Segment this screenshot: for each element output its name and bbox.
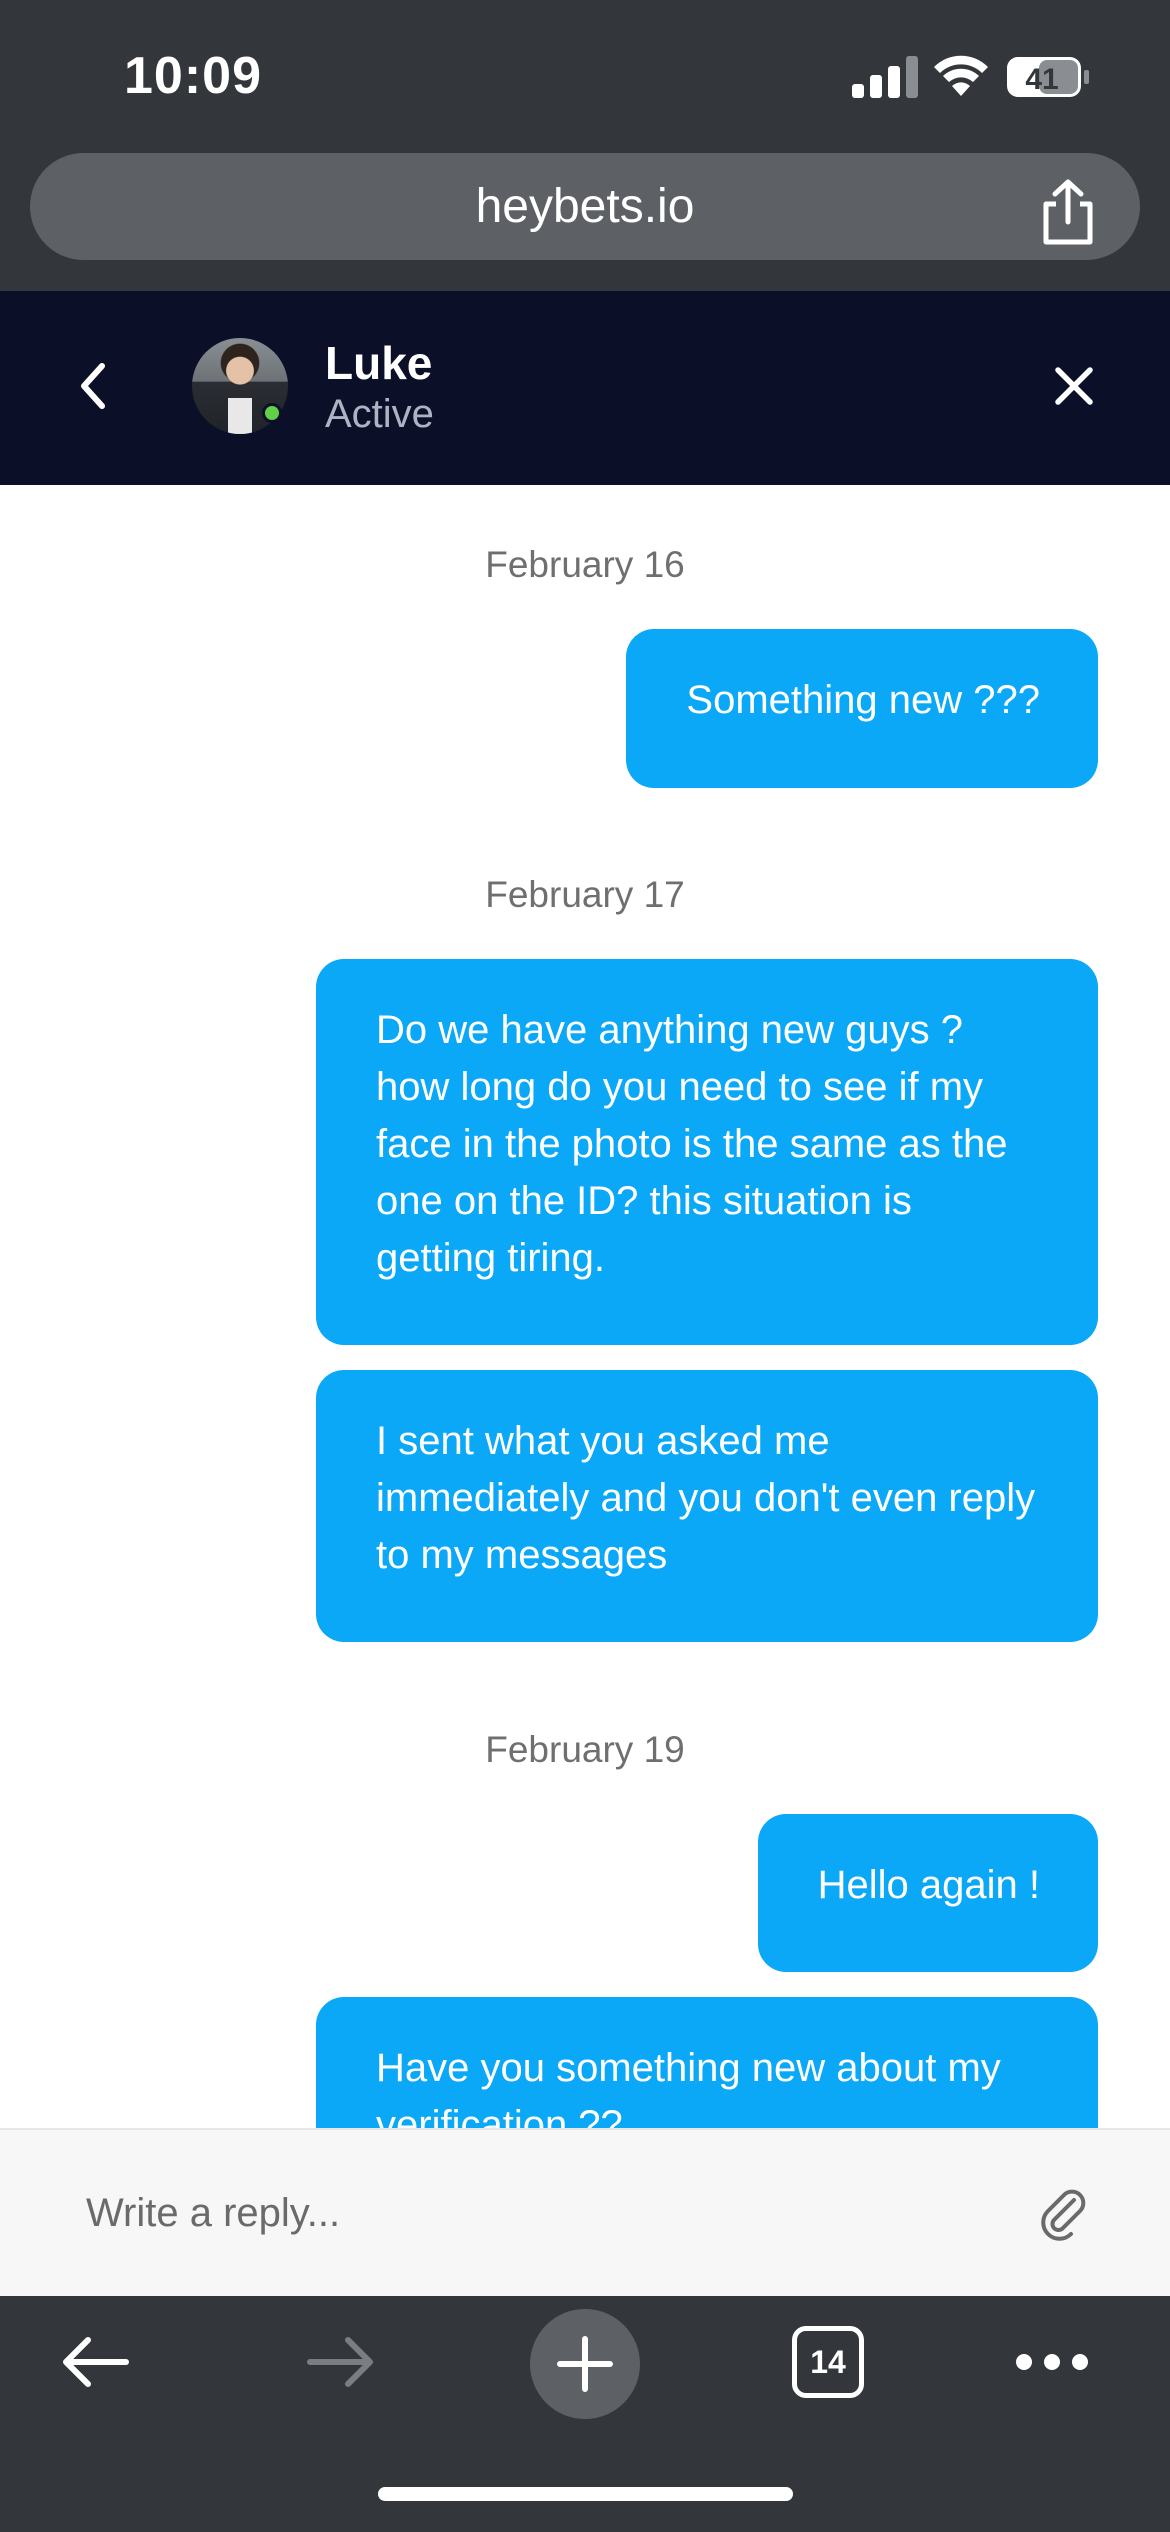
reply-input[interactable] [86, 2178, 986, 2248]
chat-header [0, 291, 1170, 485]
message-bubble: Have you something new about my verifica… [316, 1997, 1098, 2128]
contact-status: Active [325, 392, 434, 436]
date-separator: February 17 [485, 874, 685, 915]
url-text: heybets.io [475, 180, 695, 233]
close-icon[interactable] [1050, 362, 1098, 410]
more-icon[interactable] [1014, 2344, 1090, 2380]
tab-switcher-button[interactable]: 14 [792, 2326, 864, 2398]
status-bar: 10:09 41 [0, 0, 1170, 150]
reply-bar [0, 2128, 1170, 2296]
screen: 10:09 41 heybets.io Luke Active February… [0, 0, 1170, 2532]
status-time: 10:09 [124, 47, 262, 105]
chat-messages[interactable]: February 16 Something new ??? February 1… [0, 485, 1170, 2128]
online-indicator [262, 403, 282, 423]
message-bubble: Something new ??? [626, 629, 1098, 788]
wifi-icon [934, 55, 988, 96]
arrow-left-icon[interactable] [56, 2330, 136, 2394]
signal-icon [852, 56, 918, 98]
message-bubble: Do we have anything new guys ? how long … [316, 959, 1098, 1345]
new-tab-button[interactable] [530, 2309, 640, 2419]
share-icon[interactable] [1036, 178, 1100, 246]
avatar-shirt [228, 398, 252, 434]
date-separator: February 19 [485, 1729, 685, 1770]
url-bar[interactable]: heybets.io [30, 153, 1140, 260]
home-indicator[interactable] [378, 2487, 793, 2501]
arrow-right-icon[interactable] [300, 2330, 380, 2394]
message-bubble: I sent what you asked me immediately and… [316, 1370, 1098, 1642]
date-separator: February 16 [485, 544, 685, 585]
battery-level: 41 [1025, 63, 1058, 96]
paperclip-icon[interactable] [1040, 2186, 1088, 2242]
battery-icon: 41 [1007, 57, 1089, 97]
chevron-left-icon[interactable] [70, 356, 120, 416]
message-bubble: Hello again ! [757, 1814, 1098, 1972]
plus-icon [557, 2336, 613, 2392]
contact-name: Luke [325, 337, 433, 389]
